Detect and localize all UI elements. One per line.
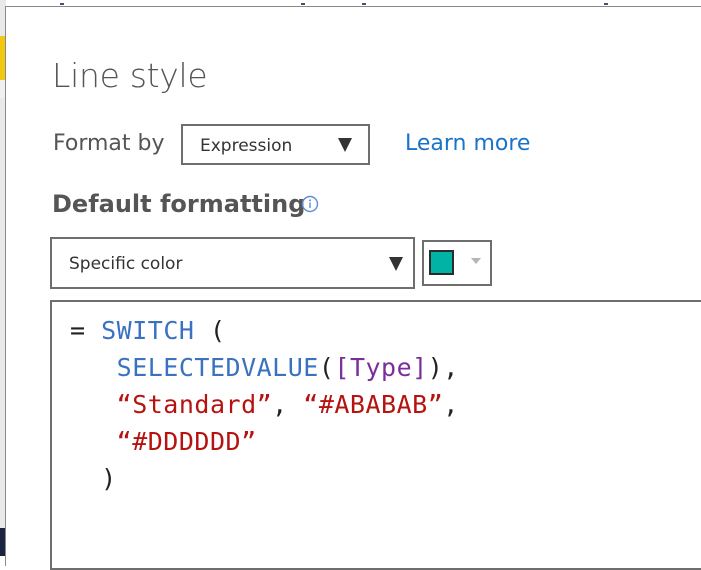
code-token: [Type] xyxy=(334,353,428,382)
format-by-dropdown[interactable]: Expression xyxy=(181,124,370,165)
code-line: ) xyxy=(70,460,459,497)
format-by-label: Format by xyxy=(53,131,165,156)
default-format-value: Specific color xyxy=(69,254,183,274)
dropdown-caret-icon xyxy=(389,257,403,271)
default-formatting-heading: Default formatting xyxy=(52,190,306,218)
code-token: SWITCH xyxy=(101,316,195,345)
expression-editor[interactable]: = SWITCH ( SELECTEDVALUE([Type]), “Stand… xyxy=(50,300,701,570)
color-swatch xyxy=(429,250,454,275)
code-line: SELECTEDVALUE([Type]), xyxy=(70,349,459,386)
code-line: = SWITCH ( xyxy=(70,312,459,349)
code-line: “Standard”, “#ABABAB”, xyxy=(70,386,459,423)
background-tick xyxy=(362,3,366,5)
code-token: “#ABABAB” xyxy=(303,390,444,419)
color-picker-caret-icon xyxy=(471,258,481,264)
code-token: ( xyxy=(194,316,226,345)
code-token: “#DDDDDD” xyxy=(116,427,257,456)
background-tick xyxy=(301,3,305,5)
dropdown-caret-icon xyxy=(338,138,352,152)
expression-code: = SWITCH ( SELECTEDVALUE([Type]), “Stand… xyxy=(70,312,459,497)
dialog-title: Line style xyxy=(52,56,208,95)
background-tick xyxy=(604,3,608,5)
code-line: “#DDDDDD” xyxy=(70,423,459,460)
code-token: SELECTEDVALUE xyxy=(116,353,319,382)
code-token: , xyxy=(443,390,459,419)
default-format-dropdown[interactable]: Specific color xyxy=(50,237,415,289)
code-token: “Standard” xyxy=(116,390,273,419)
code-token: , xyxy=(272,390,304,419)
code-token: ( xyxy=(318,353,335,382)
format-by-value: Expression xyxy=(200,136,293,156)
color-picker-button[interactable] xyxy=(422,240,492,286)
learn-more-link[interactable]: Learn more xyxy=(405,131,530,156)
code-token: ) xyxy=(70,464,117,493)
info-circle-icon[interactable] xyxy=(301,195,319,213)
code-token: ), xyxy=(427,353,459,382)
background-tick xyxy=(60,3,64,5)
code-token: = xyxy=(70,316,102,345)
